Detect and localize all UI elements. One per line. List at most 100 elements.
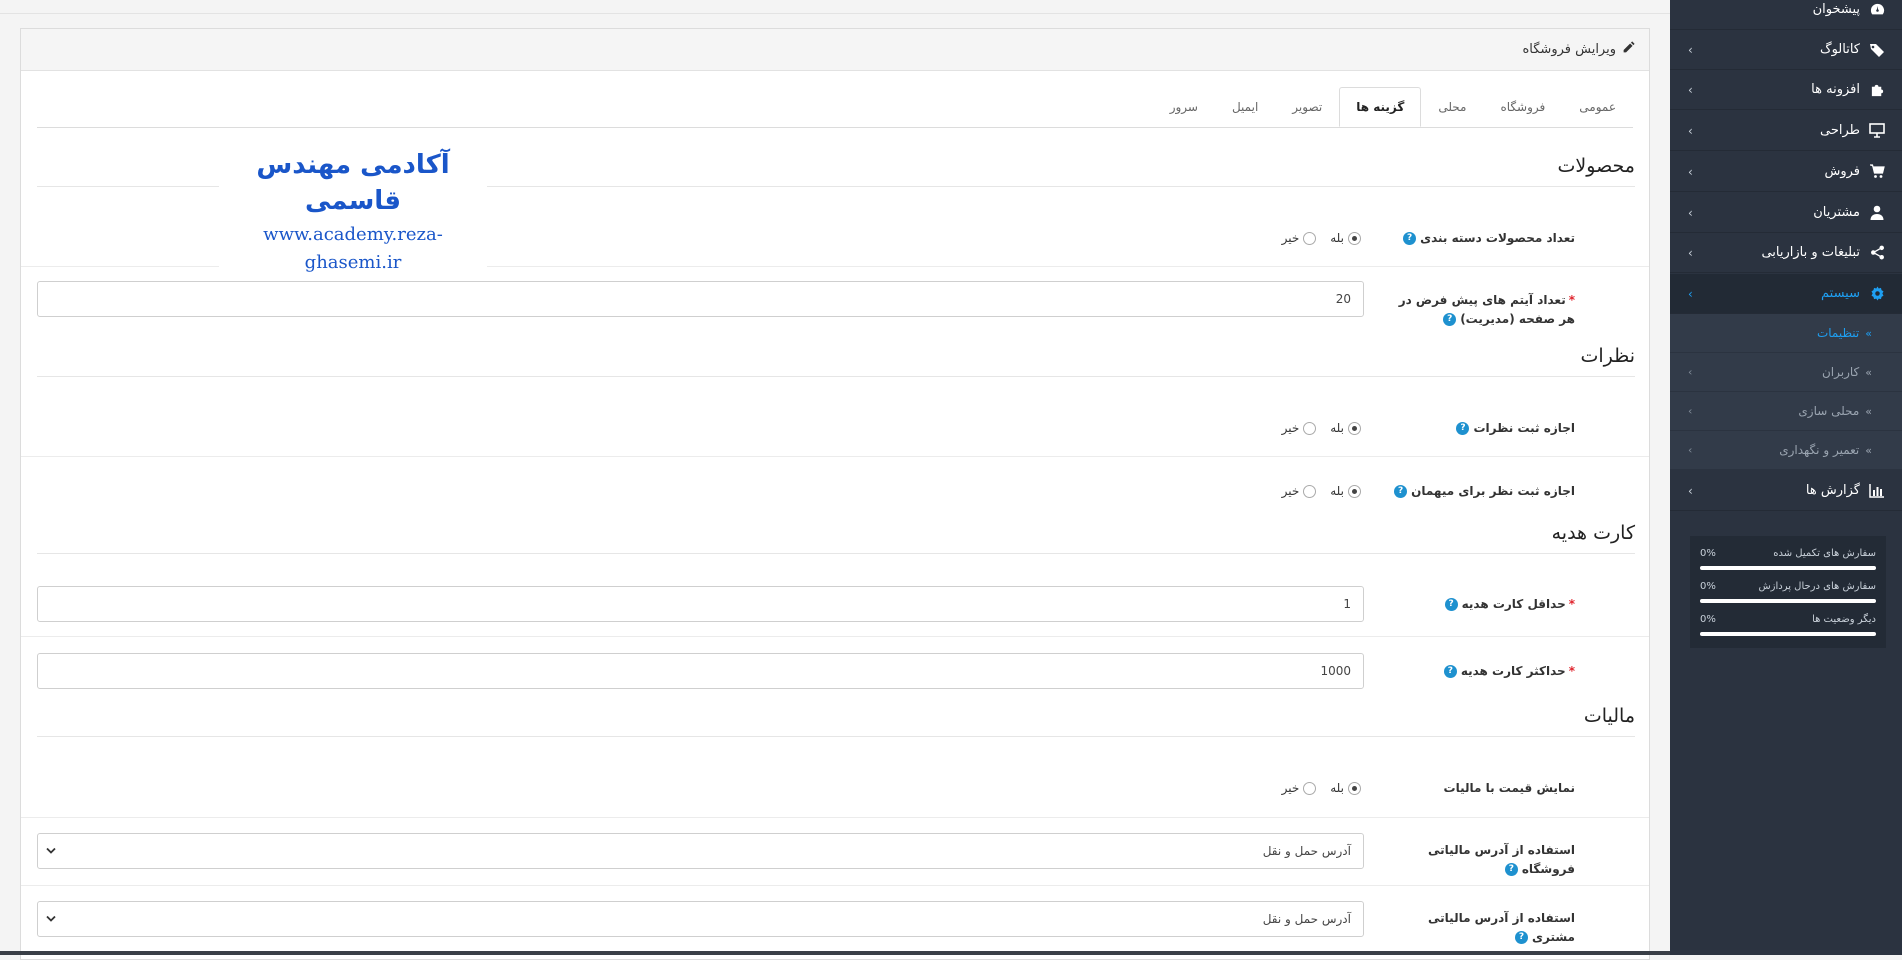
double-chevron-icon: » — [1865, 443, 1872, 457]
field-label-allow-reviews: اجازه ثبت نظرات? — [1385, 419, 1575, 438]
chevron-down-icon: › — [1688, 286, 1693, 301]
sidebar-item-label: گزارش ها — [1805, 483, 1860, 498]
help-icon[interactable]: ? — [1443, 313, 1457, 326]
sidebar-subitem-maintenance[interactable]: » تعمیر و نگهداری › — [1670, 431, 1902, 469]
legend-products: محصولات — [1557, 155, 1635, 177]
top-strip — [0, 0, 1670, 14]
stat-label: سفارش های درحال پردازش — [1758, 581, 1876, 592]
sidebar-item-label: مشتریان — [1813, 205, 1860, 220]
chevron-left-icon: › — [1688, 42, 1693, 57]
field-label-text: حداقل کارت هدیه — [1461, 597, 1566, 611]
select-value: آدرس حمل و نقل — [1262, 912, 1351, 926]
radio-no[interactable] — [1303, 781, 1317, 795]
chevron-left-icon: › — [1688, 443, 1693, 457]
field-label-store-tax-address: استفاده از آدرس مالیاتی فروشگاه? — [1385, 841, 1575, 879]
watermark-url: www.academy.reza-ghasemi.ir — [263, 224, 443, 273]
tab-server[interactable]: سرور — [1153, 87, 1215, 127]
chevron-down-icon — [46, 845, 56, 858]
radio-yes[interactable] — [1348, 231, 1361, 245]
sidebar-item-dashboard[interactable]: پیشخوان — [1670, 0, 1902, 30]
field-label-text: استفاده از آدرس مالیاتی فروشگاه — [1428, 843, 1575, 876]
tab-general[interactable]: عمومی — [1562, 87, 1633, 127]
tab-store[interactable]: فروشگاه — [1483, 87, 1562, 127]
sidebar-subitem-label: تنظیمات — [1816, 326, 1860, 340]
stat-progress-bar — [1700, 632, 1876, 636]
help-icon[interactable]: ? — [1444, 598, 1458, 611]
help-icon[interactable]: ? — [1394, 485, 1408, 498]
settings-tabs: عمومی فروشگاه محلی گزینه ها تصویر ایمیل … — [1153, 87, 1633, 127]
store-tax-address-select[interactable]: آدرس حمل و نقل — [37, 833, 1364, 869]
radio-no-label: خیر — [1281, 484, 1300, 498]
radio-no[interactable] — [1303, 484, 1317, 498]
help-icon[interactable]: ? — [1514, 931, 1528, 944]
sidebar-item-sales[interactable]: فروش › — [1670, 152, 1902, 192]
radio-yes[interactable] — [1348, 781, 1361, 795]
help-icon[interactable]: ? — [1456, 422, 1470, 435]
sidebar-item-catalog[interactable]: کاتالوگ › — [1670, 30, 1902, 70]
sidebar-item-design[interactable]: طراحی › — [1670, 111, 1902, 151]
chevron-left-icon: › — [1688, 365, 1693, 379]
radio-yes[interactable] — [1348, 421, 1361, 435]
chevron-left-icon: › — [1688, 205, 1693, 220]
stat-completed: سفارش های تکمیل شده 0% — [1700, 544, 1876, 577]
tab-image[interactable]: تصویر — [1275, 87, 1339, 127]
stat-other: دیگر وضعیت ها 0% — [1700, 610, 1876, 643]
voucher-min-input[interactable]: 1 — [37, 586, 1364, 622]
sidebar-item-label: پیشخوان — [1812, 2, 1860, 17]
voucher-max-input[interactable]: 1000 — [37, 653, 1364, 689]
admin-limit-input[interactable]: 20 — [37, 281, 1364, 317]
sidebar-subitem-localisation[interactable]: » محلی سازی › — [1670, 392, 1902, 430]
panel-heading: ویرایش فروشگاه — [21, 29, 1649, 71]
radio-yes[interactable] — [1348, 484, 1361, 498]
sidebar-item-label: طراحی — [1819, 123, 1860, 138]
chevron-left-icon: › — [1688, 245, 1693, 260]
bar-chart-icon — [1868, 482, 1886, 500]
gear-icon — [1868, 285, 1886, 303]
radio-no[interactable] — [1303, 421, 1317, 435]
sidebar-item-label: فروش — [1824, 164, 1860, 179]
help-icon[interactable]: ? — [1443, 665, 1457, 678]
chevron-left-icon: › — [1688, 82, 1693, 97]
radio-no-label: خیر — [1281, 781, 1300, 795]
sidebar-item-customers[interactable]: مشتریان › — [1670, 193, 1902, 233]
tab-divider — [37, 127, 1633, 128]
sidebar-item-marketing[interactable]: تبلیغات و بازاریابی › — [1670, 233, 1902, 273]
row-divider — [21, 817, 1649, 818]
sidebar-item-extensions[interactable]: افزونه ها › — [1670, 70, 1902, 110]
radio-group-show-price-tax: بله خیر — [1268, 781, 1361, 795]
radio-no[interactable] — [1303, 231, 1317, 245]
stat-progress-bar — [1700, 599, 1876, 603]
customer-tax-address-select[interactable]: آدرس حمل و نقل — [37, 901, 1364, 937]
sidebar-item-reports[interactable]: گزارش ها › — [1670, 471, 1902, 511]
double-chevron-icon: » — [1865, 365, 1872, 379]
cart-icon — [1868, 163, 1886, 181]
dashboard-icon — [1868, 1, 1886, 19]
sidebar-subitem-settings[interactable]: » تنظیمات — [1670, 314, 1902, 352]
stat-label: دیگر وضعیت ها — [1812, 614, 1876, 625]
puzzle-icon — [1868, 81, 1886, 99]
radio-yes-label: بله — [1330, 231, 1344, 245]
field-label-text: حداکثر کارت هدیه — [1460, 664, 1566, 678]
stat-processing: سفارش های درحال پردازش 0% — [1700, 577, 1876, 610]
tab-mail[interactable]: ایمیل — [1215, 87, 1275, 127]
stat-progress-bar — [1700, 566, 1876, 570]
legend-divider — [37, 736, 1635, 737]
field-label-customer-tax-address: استفاده از آدرس مالیاتی مشتری? — [1385, 909, 1575, 947]
radio-group-guest-reviews: بله خیر — [1268, 484, 1361, 498]
help-icon[interactable]: ? — [1403, 232, 1417, 245]
help-icon[interactable]: ? — [1504, 863, 1518, 876]
sidebar: پیشخوان کاتالوگ › افزونه ها › طراحی › فر… — [1670, 0, 1902, 955]
tab-local[interactable]: محلی — [1421, 87, 1483, 127]
pencil-icon — [1622, 41, 1635, 58]
legend-tax: مالیات — [1583, 705, 1635, 727]
sidebar-item-system[interactable]: سیستم › — [1670, 274, 1902, 314]
double-chevron-icon: » — [1865, 404, 1872, 418]
legend-reviews: نظرات — [1580, 345, 1635, 367]
legend-divider — [37, 376, 1635, 377]
double-chevron-icon: » — [1865, 326, 1872, 340]
sidebar-item-label: کاتالوگ — [1819, 42, 1860, 57]
tab-option[interactable]: گزینه ها — [1339, 87, 1422, 127]
field-label-text: تعداد آیتم های پیش فرض در هر صفحه (مدیری… — [1398, 293, 1575, 326]
sidebar-subitem-users[interactable]: » کاربران › — [1670, 353, 1902, 391]
sidebar-subitem-label: تعمیر و نگهداری — [1779, 443, 1860, 457]
